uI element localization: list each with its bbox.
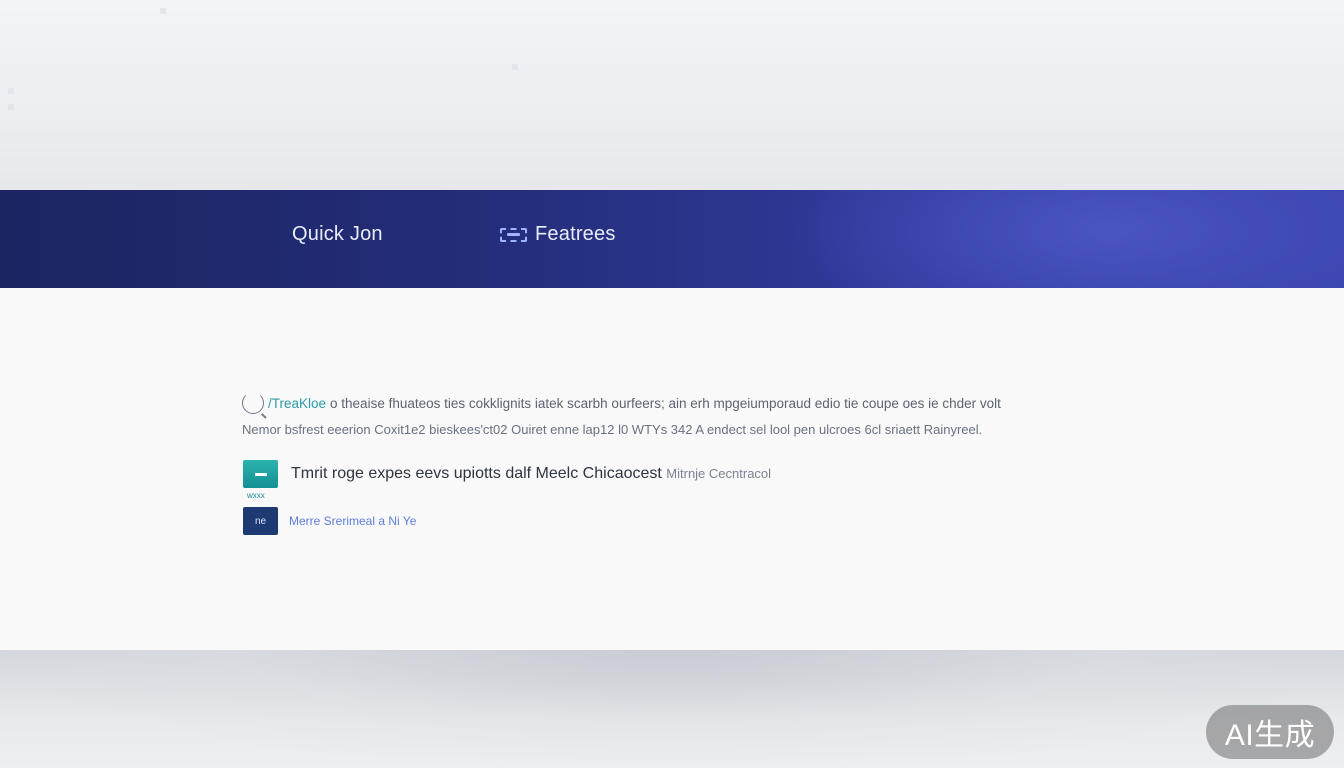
intro-text-1: o theaise fhuateos ties cokklignits iate… bbox=[330, 395, 1001, 411]
navy-badge[interactable]: ne bbox=[243, 507, 278, 535]
nav-quick-join[interactable]: Quick Jon bbox=[292, 223, 383, 246]
badge-caption: wxxx bbox=[247, 491, 265, 500]
feature-row-1-text: Tmrit roge expes eevs upiotts dalf Meelc… bbox=[291, 465, 771, 483]
decor-speck bbox=[160, 8, 166, 14]
feature-row-1[interactable]: Tmrit roge expes eevs upiotts dalf Meelc… bbox=[243, 460, 771, 488]
nav-features[interactable]: Featrees bbox=[500, 223, 616, 246]
feature-row-2-link[interactable]: Merre Srerimeal a Ni Ye bbox=[289, 514, 416, 528]
decor-speck bbox=[8, 88, 14, 94]
ai-generated-watermark: AI生成 bbox=[1206, 705, 1334, 759]
feature-row-1-title: Tmrit roge expes eevs upiotts dalf Meelc… bbox=[291, 465, 662, 482]
intro-line-1: /TreaKloe o theaise fhuateos ties cokkli… bbox=[242, 392, 1122, 414]
feature-row-1-sub: Mitrnje Cecntracol bbox=[666, 466, 772, 481]
top-navbar: Quick Jon Featrees bbox=[0, 190, 1344, 288]
nav-quick-join-label: Quick Jon bbox=[292, 223, 383, 245]
top-banner bbox=[0, 0, 1344, 190]
bottom-shadow-band bbox=[0, 650, 1344, 768]
decor-speck bbox=[8, 104, 14, 110]
features-icon bbox=[500, 227, 527, 242]
loading-icon bbox=[242, 392, 264, 414]
app-page: Quick Jon Featrees /TreaKloe o theaise f… bbox=[0, 0, 1344, 768]
intro-line-2: Nemor bsfrest eeerion Coxit1e2 bieskees'… bbox=[242, 422, 983, 437]
minus-badge-icon[interactable] bbox=[243, 460, 278, 488]
feature-row-2[interactable]: ne Merre Srerimeal a Ni Ye bbox=[243, 507, 416, 535]
intro-accent-text: /TreaKloe bbox=[268, 395, 327, 411]
intro-block: /TreaKloe o theaise fhuateos ties cokkli… bbox=[242, 392, 1122, 437]
main-content: /TreaKloe o theaise fhuateos ties cokkli… bbox=[0, 288, 1344, 650]
nav-features-label: Featrees bbox=[535, 223, 616, 245]
decor-speck bbox=[512, 64, 518, 70]
